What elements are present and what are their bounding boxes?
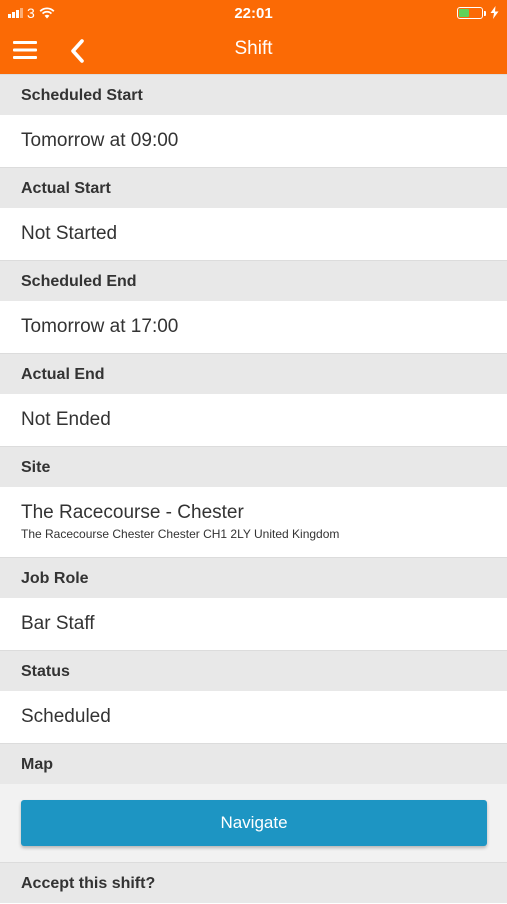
site-label: Site	[0, 446, 507, 487]
actual-end-value: Not Ended	[0, 394, 507, 446]
actual-end-label: Actual End	[0, 353, 507, 394]
status-bar: 3 22:01	[0, 0, 507, 28]
actual-start-value: Not Started	[0, 208, 507, 260]
site-address: The Racecourse Chester Chester CH1 2LY U…	[21, 527, 340, 541]
status-right	[457, 6, 499, 19]
nav-bar: Shift	[0, 28, 507, 74]
job-role-value: Bar Staff	[0, 598, 507, 650]
charging-icon	[490, 6, 499, 19]
battery-icon	[457, 6, 486, 19]
actual-start-label: Actual Start	[0, 167, 507, 208]
job-role-label: Job Role	[0, 557, 507, 598]
site-value-row: The Racecourse - Chester The Racecourse …	[0, 487, 507, 557]
scheduled-start-label: Scheduled Start	[0, 74, 507, 115]
scheduled-end-label: Scheduled End	[0, 260, 507, 301]
scheduled-end-value: Tomorrow at 17:00	[0, 301, 507, 353]
navigate-button[interactable]: Navigate	[21, 800, 487, 846]
app-header: 3 22:01 Shift	[0, 0, 507, 74]
map-section: Navigate	[0, 784, 507, 862]
scheduled-start-value: Tomorrow at 09:00	[0, 115, 507, 167]
site-name: The Racecourse - Chester	[21, 502, 244, 523]
status-time: 22:01	[234, 5, 273, 22]
status-value: Scheduled	[0, 691, 507, 743]
shift-details: Scheduled Start Tomorrow at 09:00 Actual…	[0, 74, 507, 903]
accept-shift-label: Accept this shift?	[0, 862, 507, 903]
page-title: Shift	[234, 38, 273, 59]
map-label: Map	[0, 743, 507, 784]
status-label: Status	[0, 650, 507, 691]
